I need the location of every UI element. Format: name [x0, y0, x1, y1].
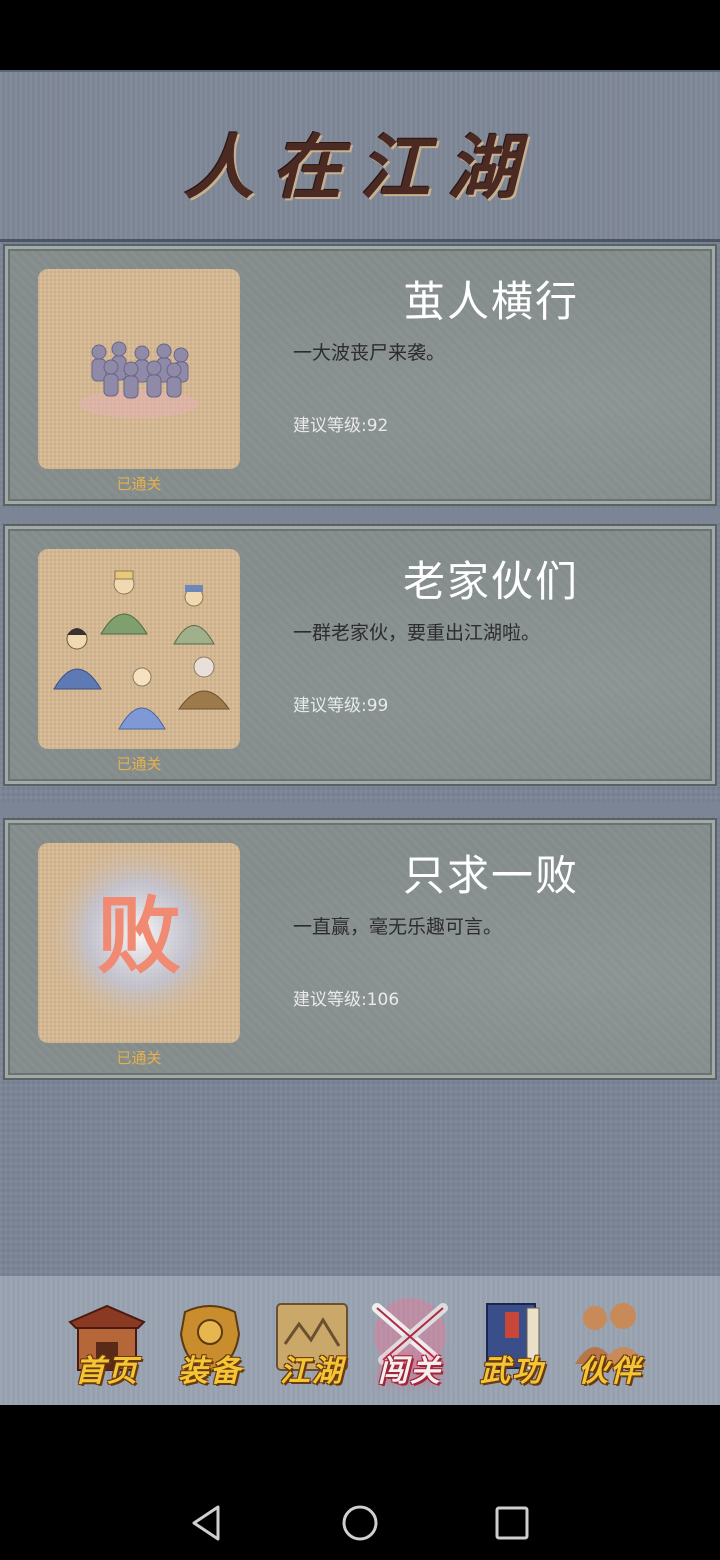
nav-label: 首页 — [75, 1354, 139, 1389]
level-title: 茧人横行 — [402, 277, 579, 326]
svg-text:败: 败 — [97, 886, 181, 985]
home-circle-icon[interactable] — [340, 1503, 380, 1543]
cleared-status: 已通关 — [116, 475, 162, 493]
elders-group-icon — [38, 549, 240, 749]
nav-label: 装备 — [178, 1354, 242, 1389]
nav-label: 伙伴 — [578, 1354, 642, 1389]
nav-equipment[interactable]: 装备 — [165, 1294, 255, 1389]
nav-label: 闯关 — [378, 1354, 442, 1389]
level-description: 一直赢，毫无乐趣可言。 — [293, 916, 503, 938]
card-divider — [0, 802, 720, 816]
nav-challenge[interactable]: 闯关 — [365, 1294, 455, 1389]
recents-square-icon[interactable] — [492, 1503, 532, 1543]
nav-home[interactable]: 首页 — [62, 1294, 152, 1389]
bottom-nav: 首页 装备 江湖 闯关 武功 伙伴 — [0, 1276, 720, 1405]
nav-jianghu[interactable]: 江湖 — [267, 1294, 357, 1389]
system-nav-bar — [0, 1405, 720, 1560]
app-screen: 人在江湖 已通关 茧人横行 一大波丧尸来袭。 建议等级:92 已通关 老家伙们 … — [0, 70, 720, 1405]
nav-companions[interactable]: 伙伴 — [565, 1294, 655, 1389]
page-header: 人在江湖 — [0, 70, 720, 242]
level-card-3[interactable]: 败 已通关 只求一败 一直赢，毫无乐趣可言。 建议等级:106 — [3, 818, 717, 1080]
level-requirement: 建议等级:99 — [293, 696, 389, 716]
cleared-status: 已通关 — [116, 1049, 162, 1067]
status-bar — [0, 0, 720, 70]
nav-martial-arts[interactable]: 武功 — [467, 1294, 557, 1389]
zombie-horde-icon — [38, 269, 240, 469]
level-title: 只求一败 — [402, 851, 579, 900]
defeat-character-icon: 败 — [38, 843, 240, 1043]
nav-label: 江湖 — [280, 1354, 344, 1389]
page-title: 人在江湖 — [184, 126, 536, 209]
cleared-status: 已通关 — [116, 755, 162, 773]
level-requirement: 建议等级:106 — [293, 990, 400, 1010]
level-title: 老家伙们 — [402, 557, 579, 606]
level-card-1[interactable]: 已通关 茧人横行 一大波丧尸来袭。 建议等级:92 — [3, 244, 717, 506]
card-divider — [0, 508, 720, 522]
level-requirement: 建议等级:92 — [293, 416, 389, 436]
level-description: 一大波丧尸来袭。 — [293, 342, 446, 364]
nav-label: 武功 — [480, 1354, 544, 1389]
back-icon[interactable] — [186, 1503, 226, 1543]
level-description: 一群老家伙，要重出江湖啦。 — [293, 622, 541, 644]
level-card-2[interactable]: 已通关 老家伙们 一群老家伙，要重出江湖啦。 建议等级:99 — [3, 524, 717, 786]
